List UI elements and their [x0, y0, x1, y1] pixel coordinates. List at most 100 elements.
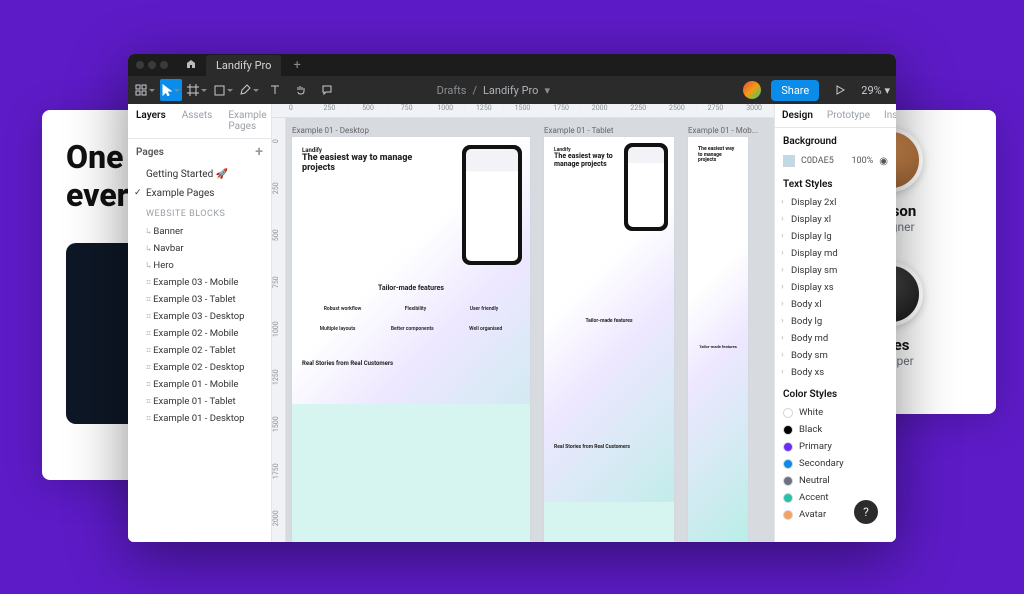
color-style-item[interactable]: Avatar: [775, 506, 896, 523]
present-button[interactable]: [829, 79, 851, 101]
layer-item[interactable]: ⌗Example 01 - Mobile: [128, 376, 271, 393]
window-controls[interactable]: [136, 61, 168, 69]
text-style-item[interactable]: Display sm: [775, 262, 896, 279]
background-opacity[interactable]: 100%: [851, 156, 873, 166]
text-style-item[interactable]: Body md: [775, 330, 896, 347]
file-tab[interactable]: Landify Pro: [206, 55, 281, 76]
breadcrumb[interactable]: Drafts / Landify Pro ▾: [437, 84, 550, 97]
tab-layers[interactable]: Layers: [128, 104, 174, 138]
layer-item[interactable]: ↳Navbar: [128, 240, 271, 257]
color-style-item[interactable]: Neutral: [775, 472, 896, 489]
layer-item[interactable]: ↳Hero: [128, 257, 271, 274]
ruler-horizontal: 0250500750100012501500175020002250250027…: [272, 104, 774, 118]
tab-inspect[interactable]: Inspect: [877, 104, 896, 127]
text-style-item[interactable]: Display lg: [775, 228, 896, 245]
color-style-item[interactable]: Black: [775, 421, 896, 438]
main-menu-button[interactable]: [134, 79, 156, 101]
text-style-item[interactable]: Body xl: [775, 296, 896, 313]
zoom-level[interactable]: 29% ▾: [861, 84, 890, 97]
pen-tool[interactable]: [238, 79, 260, 101]
color-dot: [783, 510, 793, 520]
features-title: Tailor-made features: [554, 318, 664, 324]
frame-label[interactable]: Example 01 - Mob...: [688, 126, 758, 135]
layer-item[interactable]: ⌗Example 02 - Desktop: [128, 359, 271, 376]
layer-item[interactable]: ⌗Example 01 - Tablet: [128, 393, 271, 410]
layer-item[interactable]: ⌗Example 03 - Mobile: [128, 274, 271, 291]
tab-design[interactable]: Design: [775, 104, 820, 127]
text-style-item[interactable]: Display xl: [775, 211, 896, 228]
phone-mockup: [462, 145, 522, 265]
visibility-toggle-icon[interactable]: ◉: [879, 156, 888, 167]
color-dot: [783, 476, 793, 486]
artboard-mobile[interactable]: The easiest way to manage projects Tailo…: [688, 137, 748, 542]
help-button[interactable]: ?: [854, 500, 878, 524]
text-tool[interactable]: [264, 79, 286, 101]
page-item[interactable]: Getting Started 🚀: [128, 165, 271, 184]
layer-item[interactable]: ⌗Example 03 - Tablet: [128, 291, 271, 308]
move-tool[interactable]: [160, 79, 182, 101]
color-style-item[interactable]: White: [775, 404, 896, 421]
text-style-item[interactable]: Display xs: [775, 279, 896, 296]
features-title: Tailor-made features: [698, 344, 738, 349]
color-dot: [783, 493, 793, 503]
section-color-styles: Color Styles: [775, 381, 896, 404]
section-label-website-blocks: WEBSITE BLOCKS: [128, 203, 271, 223]
frame-label[interactable]: Example 01 - Desktop: [292, 126, 530, 135]
color-dot: [783, 425, 793, 435]
share-button[interactable]: Share: [771, 80, 819, 101]
layers-list[interactable]: ⌗Example 03 - Mobile ⌗Example 03 - Table…: [128, 274, 271, 542]
chevron-down-icon: ▾: [884, 84, 890, 97]
chevron-down-icon[interactable]: ▾: [544, 84, 550, 97]
hero-title: The easiest way to manage projects: [554, 153, 620, 168]
right-panel-tabs: Design Prototype Inspect: [775, 104, 896, 128]
text-style-item[interactable]: Body xs: [775, 364, 896, 381]
tab-example-pages[interactable]: Example Pages: [220, 104, 274, 138]
phone-mockup: [624, 143, 668, 231]
left-panel-tabs: Layers Assets Example Pages: [128, 104, 271, 139]
hero-title: The easiest way to manage projects: [302, 154, 422, 174]
toolbar: Drafts / Landify Pro ▾ Share 29% ▾: [128, 76, 896, 104]
home-tab[interactable]: [182, 58, 200, 72]
artboard-desktop[interactable]: Landify The easiest way to manage projec…: [292, 137, 530, 542]
color-style-item[interactable]: Secondary: [775, 455, 896, 472]
tab-prototype[interactable]: Prototype: [820, 104, 877, 127]
background-hex[interactable]: C0DAE5: [801, 156, 834, 166]
text-style-item[interactable]: Body lg: [775, 313, 896, 330]
frame-desktop[interactable]: Example 01 - Desktop Landify The easiest…: [292, 126, 530, 542]
layer-item[interactable]: ⌗Example 01 - Desktop: [128, 410, 271, 427]
layer-item[interactable]: ↳Banner: [128, 223, 271, 240]
frame-tool[interactable]: [186, 79, 208, 101]
layer-item[interactable]: ⌗Example 02 - Tablet: [128, 342, 271, 359]
background-row[interactable]: C0DAE5 100% ◉: [775, 151, 896, 171]
ruler-vertical: 025050075010001250150017502000: [272, 118, 286, 542]
new-tab-button[interactable]: +: [287, 58, 306, 73]
text-style-item[interactable]: Body sm: [775, 347, 896, 364]
add-page-button[interactable]: +: [255, 145, 263, 159]
layer-item[interactable]: ⌗Example 03 - Desktop: [128, 308, 271, 325]
breadcrumb-folder[interactable]: Drafts: [437, 84, 467, 97]
canvas[interactable]: 0250500750100012501500175020002250250027…: [272, 104, 774, 542]
user-avatar[interactable]: [743, 81, 761, 99]
stories-title: Real Stories from Real Customers: [554, 444, 664, 450]
comment-tool[interactable]: [316, 79, 338, 101]
frame-mobile[interactable]: Example 01 - Mob... The easiest way to m…: [688, 126, 758, 542]
frame-label[interactable]: Example 01 - Tablet: [544, 126, 674, 135]
features-title: Tailor-made features: [302, 284, 520, 292]
color-style-item[interactable]: Accent: [775, 489, 896, 506]
design-app-window: Landify Pro + Drafts / Landify Pro ▾ Sha…: [128, 54, 896, 542]
color-style-item[interactable]: Primary: [775, 438, 896, 455]
breadcrumb-file[interactable]: Landify Pro: [483, 84, 538, 97]
layer-item[interactable]: ⌗Example 02 - Mobile: [128, 325, 271, 342]
hand-tool[interactable]: [290, 79, 312, 101]
page-item[interactable]: Example Pages: [128, 184, 271, 203]
left-panel: Layers Assets Example Pages Pages + Gett…: [128, 104, 272, 542]
color-dot: [783, 459, 793, 469]
text-style-item[interactable]: Display md: [775, 245, 896, 262]
color-swatch[interactable]: [783, 155, 795, 167]
text-style-item[interactable]: Display 2xl: [775, 194, 896, 211]
shape-tool[interactable]: [212, 79, 234, 101]
frame-tablet[interactable]: Example 01 - Tablet Landify The easiest …: [544, 126, 674, 542]
tab-assets[interactable]: Assets: [174, 104, 221, 138]
artboard-tablet[interactable]: Landify The easiest way to manage projec…: [544, 137, 674, 542]
stories-title: Real Stories from Real Customers: [302, 360, 520, 367]
